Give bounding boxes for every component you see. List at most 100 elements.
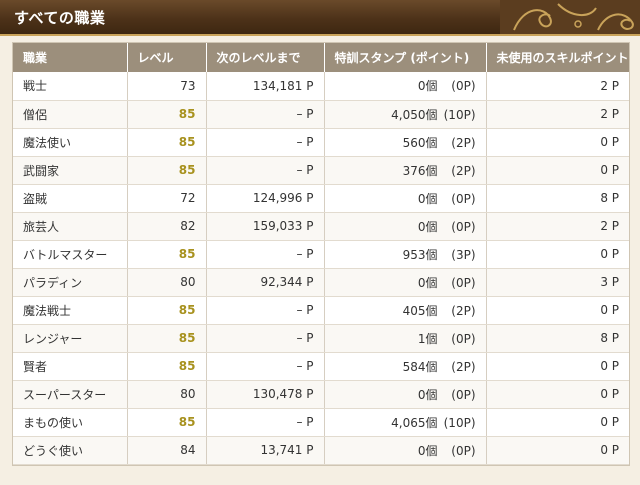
next-level-points: – P: [206, 128, 325, 157]
stamp-count: 4,065個: [391, 415, 438, 430]
stamp-count: 0個: [417, 443, 438, 458]
job-name: バトルマスター: [13, 240, 128, 269]
job-level: 85: [127, 156, 207, 185]
unused-skill-points: 2 P: [486, 212, 629, 241]
unused-skill-points: 8 P: [486, 184, 629, 213]
job-name: パラディン: [13, 268, 128, 297]
stamp-points: (0P): [451, 219, 476, 234]
table-row: 旅芸人 82 159,033 P 0個 (0P) 2 P: [13, 212, 629, 241]
table-row: 戦士 73 134,181 P 0個 (0P) 2 P: [13, 72, 629, 101]
training-stamps: 0個 (0P): [324, 268, 487, 297]
training-stamps: 0個 (0P): [324, 212, 487, 241]
job-table: 職業 レベル 次のレベルまで 特訓スタンプ (ポイント) 未使用のスキルポイント…: [13, 43, 629, 465]
stamp-points: (10P): [443, 415, 476, 430]
next-level-points: 124,996 P: [206, 184, 325, 213]
table-row: まもの使い 85– P 4,065個 (10P) 0 P: [13, 408, 629, 437]
stamp-count: 0個: [417, 79, 438, 94]
training-stamps: 953個 (3P): [324, 240, 487, 269]
stamp-count: 1個: [417, 331, 438, 346]
table-row: バトルマスター 85– P 953個 (3P) 0 P: [13, 240, 629, 269]
page-title: すべての職業: [14, 9, 106, 27]
stamp-count: 376個: [402, 163, 438, 178]
job-level: 80: [127, 380, 207, 409]
job-name: スーパースター: [13, 380, 128, 409]
stamp-count: 0個: [417, 387, 438, 402]
job-name: まもの使い: [13, 408, 128, 437]
unused-skill-points: 8 P: [486, 324, 629, 353]
job-name: レンジャー: [13, 324, 128, 353]
unused-skill-points: 0 P: [486, 380, 629, 409]
stamp-points: (2P): [451, 135, 476, 150]
table-row: レンジャー 85– P 1個 (0P) 8 P: [13, 324, 629, 353]
scroll-ornament-icon: [500, 0, 640, 34]
training-stamps: 405個 (2P): [324, 296, 487, 325]
job-level: 84: [127, 436, 207, 465]
training-stamps: 0個 (0P): [324, 380, 487, 409]
table-row: 魔法使い 85– P 560個 (2P) 0 P: [13, 128, 629, 157]
stamp-points: (2P): [451, 163, 476, 178]
stamp-points: (3P): [451, 247, 476, 262]
training-stamps: 4,050個 (10P): [324, 100, 487, 129]
unused-skill-points: 2 P: [486, 72, 629, 101]
stamp-points: (0P): [451, 275, 476, 290]
stamp-points: (0P): [451, 387, 476, 402]
job-level: 85: [127, 240, 207, 269]
stamp-count: 560個: [402, 135, 438, 150]
stamp-points: (2P): [451, 359, 476, 374]
job-table-container: 職業 レベル 次のレベルまで 特訓スタンプ (ポイント) 未使用のスキルポイント…: [12, 42, 630, 466]
stamp-points: (10P): [443, 107, 476, 122]
job-level: 85: [127, 408, 207, 437]
table-row: 盗賊 72 124,996 P 0個 (0P) 8 P: [13, 184, 629, 213]
training-stamps: 4,065個 (10P): [324, 408, 487, 437]
next-level-points: – P: [206, 100, 325, 129]
job-name: どうぐ使い: [13, 436, 128, 465]
stamp-count: 0個: [417, 219, 438, 234]
stamp-count: 0個: [417, 275, 438, 290]
training-stamps: 376個 (2P): [324, 156, 487, 185]
next-level-points: – P: [206, 240, 325, 269]
stamp-count: 405個: [402, 303, 438, 318]
next-level-points: – P: [206, 324, 325, 353]
stamp-count: 953個: [402, 247, 438, 262]
stamp-count: 584個: [402, 359, 438, 374]
next-level-points: 134,181 P: [206, 72, 325, 101]
training-stamps: 560個 (2P): [324, 128, 487, 157]
page-header: すべての職業: [0, 0, 640, 36]
stamp-points: (2P): [451, 303, 476, 318]
job-name: 戦士: [13, 72, 128, 101]
unused-skill-points: 0 P: [486, 352, 629, 381]
unused-skill-points: 0 P: [486, 408, 629, 437]
job-level: 72: [127, 184, 207, 213]
next-level-points: 92,344 P: [206, 268, 325, 297]
job-level: 85: [127, 128, 207, 157]
unused-skill-points: 0 P: [486, 240, 629, 269]
next-level-points: – P: [206, 156, 325, 185]
job-name: 旅芸人: [13, 212, 128, 241]
stamp-points: (0P): [451, 331, 476, 346]
training-stamps: 0個 (0P): [324, 436, 487, 465]
stamp-count: 0個: [417, 191, 438, 206]
job-level: 85: [127, 324, 207, 353]
column-header-level: レベル: [127, 43, 207, 72]
training-stamps: 0個 (0P): [324, 72, 487, 101]
next-level-points: – P: [206, 408, 325, 437]
job-name: 魔法戦士: [13, 296, 128, 325]
stamp-count: 4,050個: [391, 107, 438, 122]
column-header-next-level: 次のレベルまで: [206, 43, 325, 72]
next-level-points: – P: [206, 352, 325, 381]
next-level-points: 130,478 P: [206, 380, 325, 409]
table-row: 僧侶 85– P 4,050個 (10P) 2 P: [13, 100, 629, 129]
job-level: 82: [127, 212, 207, 241]
unused-skill-points: 0 P: [486, 436, 629, 465]
table-row: パラディン 80 92,344 P 0個 (0P) 3 P: [13, 268, 629, 297]
job-name: 魔法使い: [13, 128, 128, 157]
unused-skill-points: 0 P: [486, 128, 629, 157]
job-level: 85: [127, 352, 207, 381]
table-row: スーパースター 80 130,478 P 0個 (0P) 0 P: [13, 380, 629, 409]
column-header-job: 職業: [13, 43, 128, 72]
table-row: 賢者 85– P 584個 (2P) 0 P: [13, 352, 629, 381]
job-level: 85: [127, 296, 207, 325]
job-level: 80: [127, 268, 207, 297]
table-header-row: 職業 レベル 次のレベルまで 特訓スタンプ (ポイント) 未使用のスキルポイント: [13, 43, 629, 72]
unused-skill-points: 0 P: [486, 156, 629, 185]
